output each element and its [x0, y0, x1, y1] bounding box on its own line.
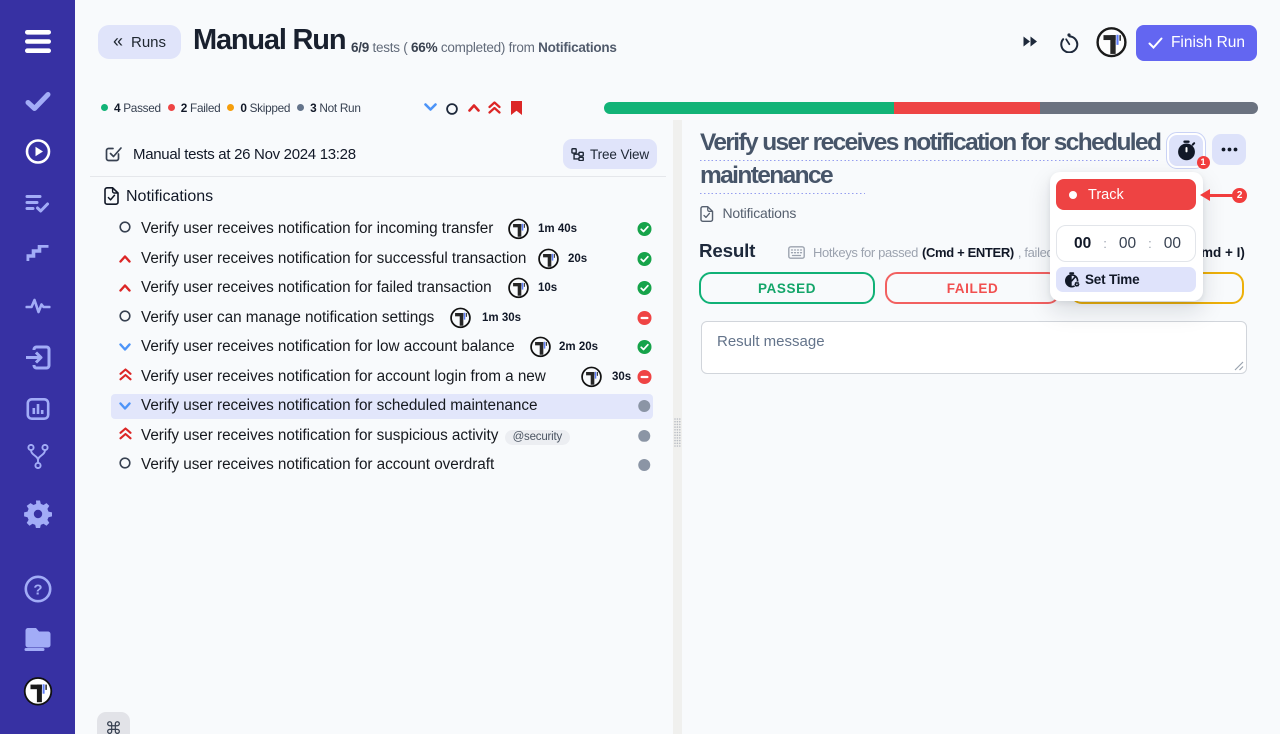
- svg-text:?: ?: [33, 582, 42, 599]
